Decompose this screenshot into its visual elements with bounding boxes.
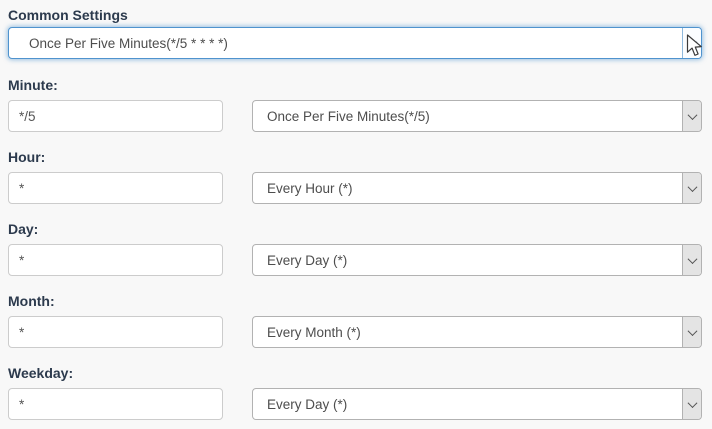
month-group: Month: Every Month (*)	[8, 294, 702, 348]
month-preset-select-control[interactable]: Every Month (*)	[253, 317, 701, 347]
weekday-row: Every Day (*)	[8, 388, 702, 420]
minute-preset-select-control[interactable]: Once Per Five Minutes(*/5)	[253, 101, 701, 131]
common-settings-group: Common Settings Once Per Five Minutes(*/…	[8, 8, 702, 59]
minute-preset-select[interactable]: Once Per Five Minutes(*/5)	[252, 100, 702, 132]
minute-label: Minute:	[8, 78, 702, 93]
hour-input[interactable]	[8, 172, 223, 204]
day-input[interactable]	[8, 244, 223, 276]
day-row: Every Day (*)	[8, 244, 702, 276]
minute-row: Once Per Five Minutes(*/5)	[8, 100, 702, 132]
day-preset-select-control[interactable]: Every Day (*)	[253, 245, 701, 275]
cron-settings-form: Common Settings Once Per Five Minutes(*/…	[0, 0, 712, 420]
weekday-group: Weekday: Every Day (*)	[8, 366, 702, 420]
common-settings-select[interactable]: Once Per Five Minutes(*/5 * * * *)	[8, 27, 702, 59]
weekday-label: Weekday:	[8, 366, 702, 381]
month-label: Month:	[8, 294, 702, 309]
day-group: Day: Every Day (*)	[8, 222, 702, 276]
day-preset-select[interactable]: Every Day (*)	[252, 244, 702, 276]
weekday-preset-select[interactable]: Every Day (*)	[252, 388, 702, 420]
minute-group: Minute: Once Per Five Minutes(*/5)	[8, 78, 702, 132]
common-settings-label: Common Settings	[8, 8, 702, 23]
hour-preset-select[interactable]: Every Hour (*)	[252, 172, 702, 204]
month-input[interactable]	[8, 316, 223, 348]
hour-label: Hour:	[8, 150, 702, 165]
minute-input[interactable]	[8, 100, 223, 132]
hour-group: Hour: Every Hour (*)	[8, 150, 702, 204]
day-label: Day:	[8, 222, 702, 237]
hour-preset-select-control[interactable]: Every Hour (*)	[253, 173, 701, 203]
month-row: Every Month (*)	[8, 316, 702, 348]
hour-row: Every Hour (*)	[8, 172, 702, 204]
common-settings-select-control[interactable]: Once Per Five Minutes(*/5 * * * *)	[9, 28, 701, 58]
weekday-preset-select-control[interactable]: Every Day (*)	[253, 389, 701, 419]
month-preset-select[interactable]: Every Month (*)	[252, 316, 702, 348]
weekday-input[interactable]	[8, 388, 223, 420]
